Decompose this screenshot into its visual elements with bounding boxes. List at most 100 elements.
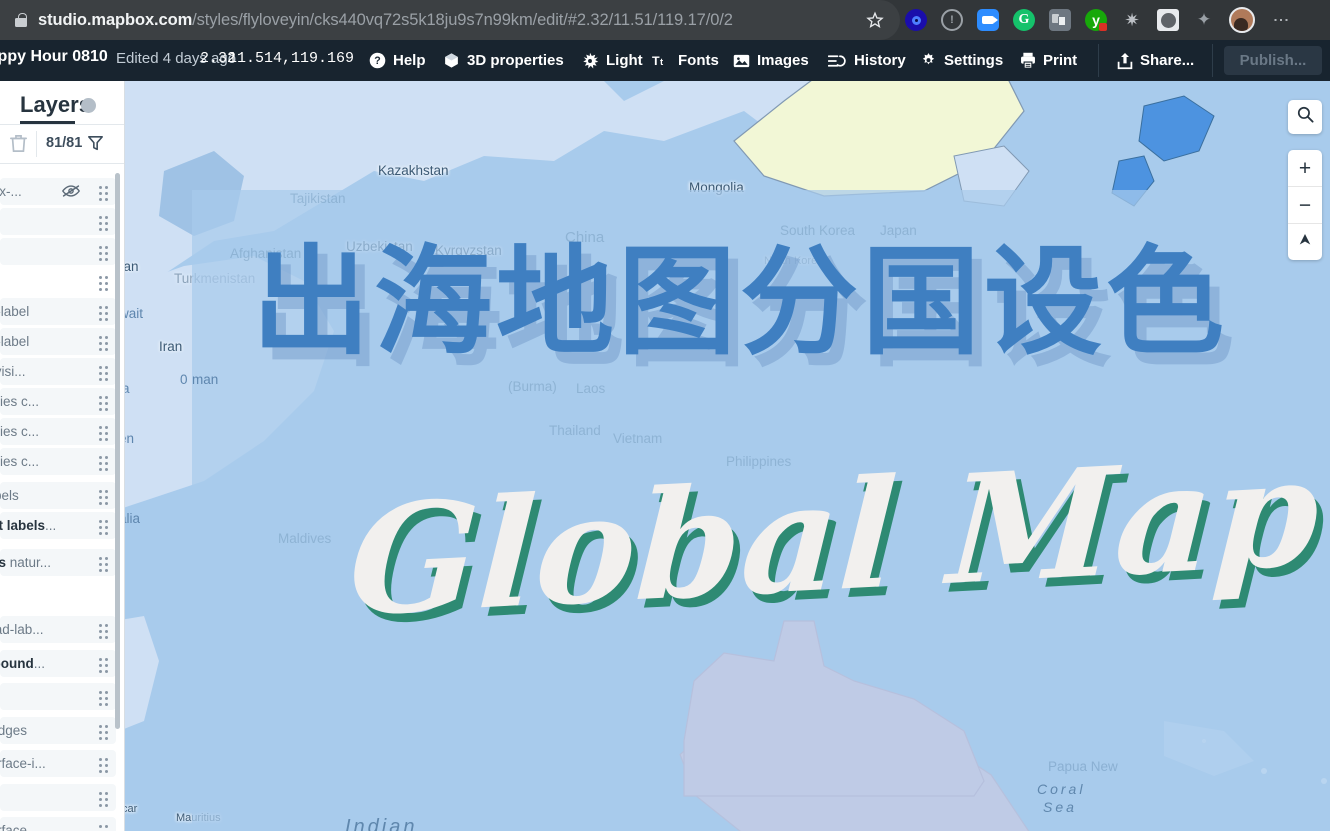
layer-count: 81/81 [46,135,83,151]
layer-row[interactable]: bel [0,238,116,265]
help-icon: ? [369,52,386,69]
profile-avatar[interactable] [1229,7,1255,33]
toolbar-help-button[interactable]: ? Help [369,40,426,81]
toolbar-images-label: Images [757,52,809,69]
bookmark-star-icon[interactable] [866,11,884,29]
publish-button[interactable]: Publish... [1224,46,1322,75]
layer-name: eatures natur... [0,555,52,570]
toolbar-light-button[interactable]: Light [581,40,643,81]
grammarly-extension-icon[interactable]: G [1013,9,1035,31]
toolbar-images-button[interactable]: Images [733,40,809,81]
puzzle-extensions-icon[interactable]: ✦ [1193,9,1215,31]
layer-row[interactable]: oundaries c... [0,418,116,445]
url-text: studio.mapbox.com/styles/flyloveyin/cks4… [38,11,733,30]
style-name[interactable]: Appy Hour 0810 [0,48,108,66]
layer-row[interactable]: oundaries c... [0,448,116,475]
drag-handle[interactable] [99,624,112,639]
drag-handle[interactable] [99,490,112,505]
drag-handle[interactable] [99,758,112,773]
drag-handle[interactable] [99,276,112,291]
sidebar-scrollbar[interactable] [115,173,120,729]
layer-name: -minor-label [0,334,30,349]
drag-handle[interactable] [99,426,112,441]
chrome-menu-icon[interactable]: ⋮ [1269,9,1291,31]
layer-row[interactable]: ork bridges [0,717,116,744]
cube-icon [443,52,460,69]
map-label-indian: Indian [345,816,418,831]
layer-name: ork road-lab... [0,622,44,637]
layer-name: -major-label [0,304,30,319]
layer-row[interactable]: eatures natur... [0,549,116,576]
layer-row[interactable]: -subdivisi... [0,358,116,385]
map-label-somalia: alia [124,511,141,526]
browser-toolbar: studio.mapbox.com/styles/flyloveyin/cks4… [0,0,1330,40]
toolbar-share-button[interactable]: Share... [1117,40,1194,81]
drag-handle[interactable] [99,658,112,673]
drag-handle[interactable] [99,186,112,201]
dualsub-extension-icon[interactable] [1049,9,1071,31]
layer-row[interactable]: dges [0,683,116,710]
layer-row[interactable]: nsit-labels [0,482,116,509]
toolbar-fonts-label: Fonts [678,52,719,69]
svg-text:?: ? [374,55,380,67]
map-search-button[interactable] [1288,100,1322,134]
loop-extension-icon[interactable] [905,9,927,31]
layer-list[interactable]: mapbox-... es add bel -major-label -minor-la… [0,167,124,831]
info-extension-icon[interactable]: ! [941,9,963,31]
mapbox-studio-editor: studio.mapbox.com/styles/flyloveyin/cks4… [0,0,1330,831]
trash-icon[interactable] [10,134,27,158]
browser-extensions: ! G y ✷ ✦ ⋮ [905,0,1291,40]
layer-row[interactable]: ative bound... [0,650,116,677]
drag-handle[interactable] [99,246,112,261]
layer-row[interactable]: ork road-lab... [0,616,116,643]
zoom-out-button[interactable]: − [1288,186,1322,223]
drag-handle[interactable] [99,306,112,321]
eye-off-icon[interactable] [61,184,81,203]
map-label-azerbaijan: aijan [124,259,139,274]
layer-row[interactable]: nterest labels... [0,512,116,539]
drag-handle[interactable] [99,456,112,471]
drag-handle[interactable] [99,557,112,572]
toolbar-print-button[interactable]: Print [1020,40,1077,81]
minus-icon: − [1298,193,1312,217]
toolbar-settings-button[interactable]: Settings [920,40,1003,81]
layer-row[interactable]: -major-label [0,298,116,325]
drag-handle[interactable] [99,216,112,231]
drag-handle[interactable] [99,396,112,411]
drag-handle[interactable] [99,825,112,831]
gear-icon [920,52,937,69]
map-canvas[interactable]: Kazakhstan Mongolia Uzbekistan Kyrgyzsta… [124,81,1330,831]
screenshot-extension-icon[interactable] [1157,9,1179,31]
layer-row[interactable]: ork surface [0,817,116,831]
layer-row[interactable]: es add [0,208,116,235]
toolbar-3d-properties-button[interactable]: 3D properties [443,40,564,81]
map-label-iran: Iran [159,339,183,354]
drag-handle[interactable] [99,691,112,706]
youdao-extension-icon[interactable]: y [1085,9,1107,31]
layer-row[interactable]: mapbox-... [0,178,116,205]
drag-handle[interactable] [99,366,112,381]
layer-row[interactable]: ork surface-i... [0,750,116,777]
zoom-in-button[interactable]: + [1288,150,1322,186]
layers-sidebar: s Layers 81/81 mapbox-... es add bel -major… [0,81,125,831]
map-label-vietnam: Vietnam [613,431,663,446]
settings-extension-icon[interactable]: ✷ [1121,9,1143,31]
zoom-extension-icon[interactable] [977,9,999,31]
compass-button[interactable] [1288,223,1322,260]
filter-icon[interactable] [88,135,103,157]
drag-handle[interactable] [99,520,112,535]
layer-row[interactable] [0,268,116,295]
toolbar-fonts-button[interactable]: Tt Fonts [652,40,719,81]
drag-handle[interactable] [99,792,112,807]
drag-handle[interactable] [99,336,112,351]
layer-name: -subdivisi... [0,364,26,379]
layer-row[interactable]: -minor-label [0,328,116,355]
lock-icon [14,12,28,28]
address-bar[interactable]: studio.mapbox.com/styles/flyloveyin/cks4… [0,0,900,40]
svg-text:T: T [652,54,660,68]
compass-north-icon [1296,231,1314,254]
layer-row[interactable]: oundaries c... [0,388,116,415]
layer-row[interactable]: rface [0,784,116,811]
drag-handle[interactable] [99,725,112,740]
toolbar-history-button[interactable]: History [828,40,906,81]
